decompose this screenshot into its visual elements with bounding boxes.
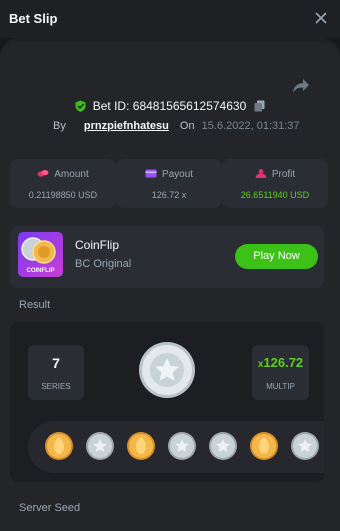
page-title: Bet Slip [9, 11, 58, 26]
bet-byline: By prnzpiefnhatesu On 15.6.2022, 01:31:3… [53, 120, 300, 132]
profit-value: 26.6511940 USD [240, 190, 310, 200]
series-box: 7 SERIES [28, 345, 84, 400]
username-link[interactable]: prnzpiefnhatesu [84, 120, 169, 132]
play-now-button[interactable]: Play Now [235, 244, 318, 269]
server-seed-label: Server Seed [19, 502, 81, 514]
payout-value: 126.72 x [151, 190, 187, 200]
bet-id-value: 68481565612574630 [132, 99, 247, 113]
amount-label: Amount [54, 169, 89, 180]
silver-coin-icon [291, 432, 319, 460]
game-provider: BC Original [75, 258, 132, 270]
on-label: On [179, 120, 195, 132]
share-icon[interactable] [292, 78, 310, 94]
game-card: COINFLIP CoinFlip BC Original Play Now [10, 226, 324, 288]
multiplier-number: 126.72 [263, 355, 304, 370]
multiplier-box: x126.72 MULTIP [252, 345, 309, 400]
result-label: Result [19, 299, 51, 311]
coin-history-strip [28, 421, 324, 473]
series-label: SERIES [41, 382, 71, 391]
result-panel: 7 SERIES x126.72 MULTIP [10, 322, 324, 482]
profit-icon [255, 169, 267, 178]
game-name: CoinFlip [75, 238, 120, 252]
coins-icon [37, 170, 49, 177]
multiplier-label: MULTIP [266, 382, 295, 391]
by-label: By [53, 120, 66, 132]
bet-slip-body: Bet ID: 68481565612574630 By prnzpiefnha… [0, 42, 340, 531]
silver-coin-icon [139, 342, 195, 398]
close-icon[interactable] [314, 11, 328, 25]
gold-coin-icon [250, 432, 278, 460]
amount-card: Amount 0.21198850 USD [10, 159, 116, 208]
thumb-caption: COINFLIP [27, 268, 55, 274]
silver-coin-icon [209, 432, 237, 460]
header: Bet Slip [0, 0, 340, 38]
amount-value: 0.21198850 USD [28, 190, 98, 200]
wallet-icon [145, 169, 157, 178]
copy-icon[interactable] [254, 100, 265, 112]
multiplier-value: x126.72 [252, 355, 309, 370]
coinflip-logo-icon: COINFLIP [21, 237, 56, 274]
gold-coin-icon [127, 432, 155, 460]
series-value: 7 [52, 355, 60, 371]
bet-id-row: Bet ID: 68481565612574630 [0, 99, 340, 113]
payout-card: Payout 126.72 x [116, 159, 222, 208]
silver-coin-icon [168, 432, 196, 460]
profit-label: Profit [271, 169, 296, 180]
game-thumbnail[interactable]: COINFLIP [18, 232, 63, 277]
bet-slip-panel: Bet ID: 68481565612574630 By prnzpiefnha… [0, 38, 340, 531]
profit-card: Profit 26.6511940 USD [222, 159, 328, 208]
payout-label: Payout [161, 169, 194, 180]
silver-coin-icon [86, 432, 114, 460]
gold-coin-icon [45, 432, 73, 460]
shield-check-icon [75, 100, 86, 112]
bet-date: 15.6.2022, 01:31:37 [201, 120, 300, 132]
bet-id-label: Bet ID: [92, 99, 130, 113]
